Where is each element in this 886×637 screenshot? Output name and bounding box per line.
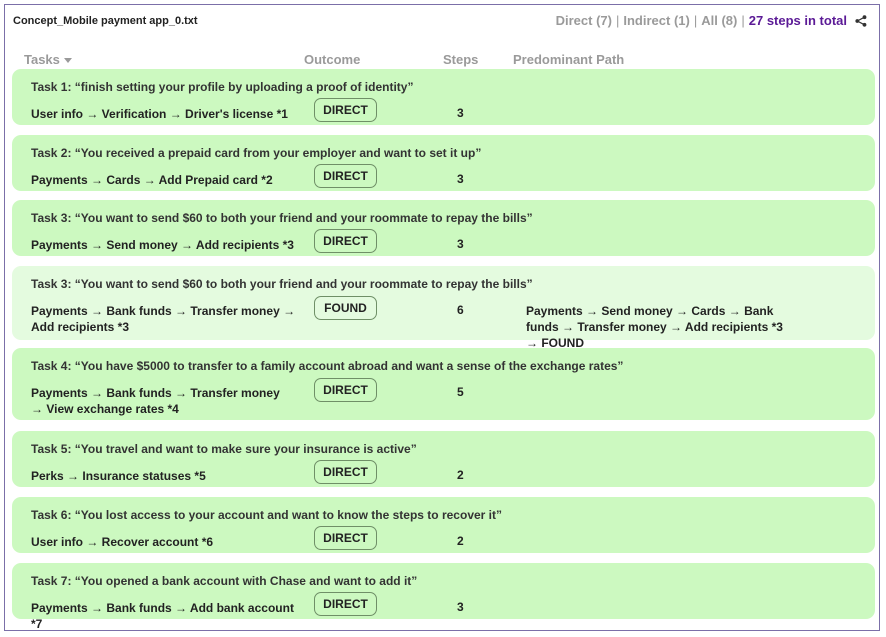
report-panel: Concept_Mobile payment app_0.txt Direct …	[4, 4, 880, 631]
task-path: Perks → Insurance statuses *5	[31, 469, 206, 483]
separator: |	[693, 13, 698, 28]
task-path: Payments → Bank funds → Transfer money →…	[31, 304, 296, 334]
task-path: Payments → Send money → Add recipients *…	[31, 238, 294, 252]
task-path: Payments → Bank funds → Transfer money →…	[31, 386, 280, 416]
outcome-badge: DIRECT	[314, 526, 377, 550]
task-row[interactable]: Task 2: “You received a prepaid card fro…	[12, 135, 875, 191]
predominant-path: Payments → Send money → Cards → Bank fun…	[526, 304, 783, 350]
outcome-badge: DIRECT	[314, 98, 377, 122]
total-steps: 27 steps in total	[748, 13, 847, 28]
filter-indirect[interactable]: Indirect (1)	[623, 13, 689, 28]
task-path: User info → Recover account *6	[31, 535, 214, 549]
task-path: Payments → Bank funds → Add bank account…	[31, 601, 294, 631]
steps-count: 6	[457, 303, 464, 317]
task-text: Task 2: “You received a prepaid card fro…	[31, 146, 482, 160]
separator: |	[741, 13, 745, 28]
separator: |	[615, 13, 620, 28]
task-row[interactable]: Task 3: “You want to send $60 to both yo…	[12, 266, 875, 350]
steps-count: 3	[457, 237, 464, 251]
outcome-badge: DIRECT	[314, 460, 377, 484]
task-text: Task 7: “You opened a bank account with …	[31, 574, 418, 588]
steps-count: 3	[457, 600, 464, 614]
outcome-badge: DIRECT	[314, 378, 377, 402]
task-row[interactable]: Task 6: “You lost access to your account…	[12, 497, 875, 553]
share-icon[interactable]	[855, 14, 867, 27]
header-tasks[interactable]: Tasks	[24, 52, 72, 67]
outcome-badge: DIRECT	[314, 164, 377, 188]
task-text: Task 5: “You travel and want to make sur…	[31, 442, 417, 456]
task-row[interactable]: Task 5: “You travel and want to make sur…	[12, 431, 875, 487]
steps-count: 3	[457, 106, 464, 120]
task-row[interactable]: Task 3: “You want to send $60 to both yo…	[12, 200, 875, 256]
steps-count: 2	[457, 534, 464, 548]
header-tasks-label: Tasks	[24, 52, 60, 67]
task-path: Payments → Cards → Add Prepaid card *2	[31, 173, 273, 187]
filter-direct[interactable]: Direct (7)	[556, 13, 612, 28]
steps-count: 3	[457, 172, 464, 186]
outcome-badge: FOUND	[314, 296, 377, 320]
task-row[interactable]: Task 7: “You opened a bank account with …	[12, 563, 875, 631]
task-text: Task 3: “You want to send $60 to both yo…	[31, 277, 533, 291]
header-steps: Steps	[443, 52, 479, 67]
filter-all[interactable]: All (8)	[701, 13, 737, 28]
file-title: Concept_Mobile payment app_0.txt	[13, 15, 198, 27]
header-outcome: Outcome	[304, 52, 361, 67]
summary-bar: Direct (7) | Indirect (1) | All (8) | 27…	[556, 13, 867, 28]
task-row[interactable]: Task 1: “finish setting your profile by …	[12, 69, 875, 125]
sort-caret-icon	[63, 58, 72, 64]
task-text: Task 6: “You lost access to your account…	[31, 508, 502, 522]
steps-count: 2	[457, 468, 464, 482]
task-text: Task 3: “You want to send $60 to both yo…	[31, 211, 533, 225]
task-row[interactable]: Task 4: “You have $5000 to transfer to a…	[12, 348, 875, 420]
steps-count: 5	[457, 385, 464, 399]
outcome-badge: DIRECT	[314, 229, 377, 253]
task-path: User info → Verification → Driver's lice…	[31, 107, 288, 121]
outcome-badge: DIRECT	[314, 592, 377, 616]
task-text: Task 1: “finish setting your profile by …	[31, 80, 414, 94]
task-text: Task 4: “You have $5000 to transfer to a…	[31, 359, 624, 373]
header-path: Predominant Path	[513, 52, 625, 67]
